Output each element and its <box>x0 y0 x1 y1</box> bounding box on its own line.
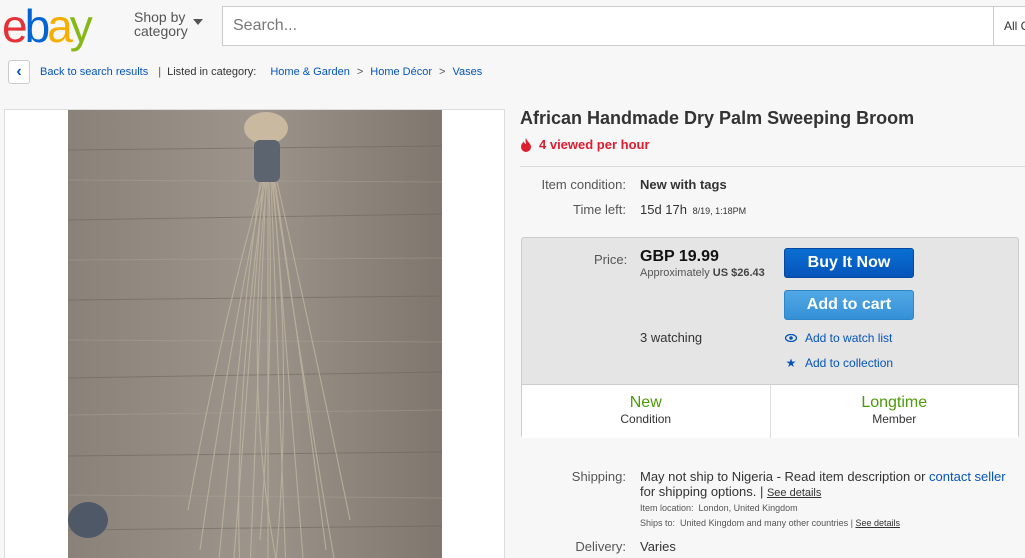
shipping-label: Shipping: <box>571 469 626 484</box>
shop-by-category-button[interactable]: Shop by category <box>134 10 188 38</box>
listed-in-label: Listed in category: <box>167 66 257 78</box>
approx-price: Approximately US $26.43 <box>640 267 765 279</box>
buy-box: Price: GBP 19.99 Approximately US $26.43… <box>521 237 1019 438</box>
delivery-value: Varies <box>640 539 676 554</box>
time-left-label: Time left: <box>573 202 626 217</box>
see-details-link[interactable]: See details <box>767 487 821 499</box>
item-title: African Handmade Dry Palm Sweeping Broom <box>520 108 915 128</box>
viewed-per-hour: 4 viewed per hour <box>520 137 650 152</box>
breadcrumb-vases[interactable]: Vases <box>452 66 482 78</box>
fire-icon <box>521 137 531 152</box>
shop-by-line1: Shop by <box>134 9 186 25</box>
member-badge: Longtime Member <box>769 385 1019 438</box>
divider <box>520 166 1025 167</box>
price-label: Price: <box>594 252 628 267</box>
badges-row: New Condition Longtime Member <box>522 384 1018 438</box>
product-photo[interactable] <box>68 110 442 558</box>
item-location: Item location: London, United Kingdom <box>640 503 798 513</box>
shipping-text: May not ship to Nigeria - Read item desc… <box>640 469 1006 499</box>
price: GBP 19.99 <box>640 248 719 265</box>
delivery-label: Delivery: <box>575 539 626 554</box>
condition-value: New with tags <box>640 177 727 192</box>
breadcrumb-home-decor[interactable]: Home Décor <box>370 66 432 78</box>
end-date: 8/19, 1:18PM <box>692 206 747 216</box>
buy-it-now-button[interactable]: Buy It Now <box>784 248 914 278</box>
search-input[interactable]: Search... <box>222 6 994 46</box>
chevron-left-icon: ‹ <box>16 63 22 80</box>
add-to-watch-list-link[interactable]: Add to watch list <box>784 331 892 345</box>
breadcrumb: ‹ Back to search results | Listed in cat… <box>8 59 482 85</box>
eye-icon <box>784 334 798 342</box>
back-button[interactable]: ‹ <box>8 60 30 84</box>
watching-count: 3 watching <box>640 330 703 345</box>
ebay-logo[interactable]: ebay <box>2 0 93 52</box>
image-viewer <box>4 109 505 558</box>
shop-by-line2: category <box>134 23 188 39</box>
chevron-right-icon: > <box>439 66 446 78</box>
add-to-cart-button[interactable]: Add to cart <box>784 290 914 320</box>
ships-to: Ships to: United Kingdom and many other … <box>640 518 901 528</box>
time-left-value: 15d 17h 8/19, 1:18PM <box>640 202 747 217</box>
separator: | <box>158 66 162 78</box>
category-select[interactable]: All Categories <box>994 6 1025 46</box>
chevron-right-icon: > <box>356 66 364 78</box>
condition-label: Item condition: <box>541 177 626 192</box>
see-details-link-2[interactable]: See details <box>855 518 900 528</box>
breadcrumb-home-garden[interactable]: Home & Garden <box>270 66 349 78</box>
header-bar: ebay Shop by category Search... All Cate… <box>0 0 1025 52</box>
contact-seller-link[interactable]: contact seller <box>929 469 1006 484</box>
add-to-collection-link[interactable]: ★ Add to collection <box>784 356 893 370</box>
chevron-down-icon[interactable] <box>193 19 203 25</box>
star-icon: ★ <box>785 356 797 370</box>
back-to-search-link[interactable]: Back to search results <box>40 66 148 78</box>
condition-badge: New Condition <box>620 394 672 426</box>
